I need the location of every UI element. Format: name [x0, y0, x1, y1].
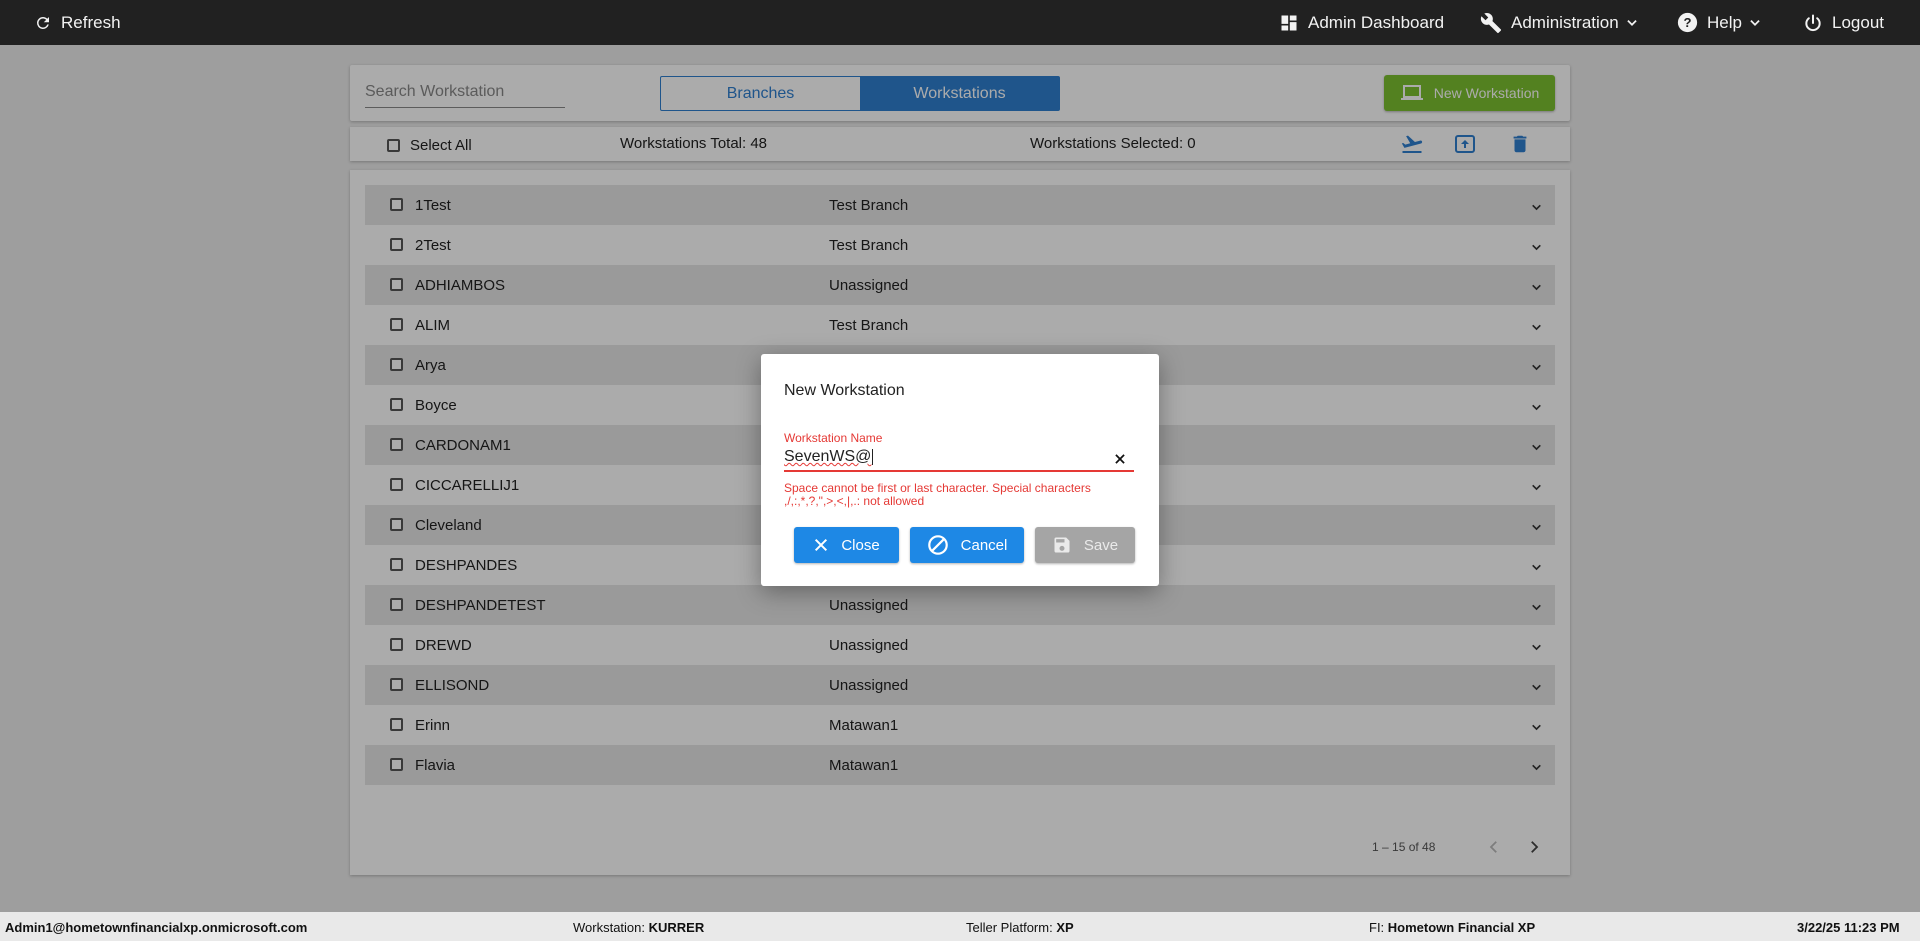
administration-menu[interactable]: Administration [1480, 0, 1639, 45]
chevron-down-icon [1750, 19, 1760, 26]
svg-text:?: ? [1683, 15, 1691, 30]
close-label: Close [841, 536, 880, 554]
power-icon [1805, 14, 1821, 31]
logout-button[interactable]: Logout [1803, 0, 1884, 45]
top-bar: Refresh Admin Dashboard Administration ?… [0, 0, 1920, 45]
wrench-icon [1480, 12, 1502, 33]
close-icon [815, 538, 828, 552]
dashboard-icon [1281, 15, 1297, 30]
new-workstation-dialog: New Workstation Workstation Name SevenWS… [761, 354, 1159, 586]
logout-label: Logout [1832, 12, 1884, 32]
admin-dashboard-label: Admin Dashboard [1308, 12, 1445, 32]
help-icon: ? [1677, 12, 1698, 33]
block-icon [927, 535, 948, 555]
refresh-button[interactable]: Refresh [34, 0, 121, 45]
chevron-down-icon [1627, 19, 1637, 26]
save-label: Save [1083, 536, 1119, 554]
save-icon [1054, 537, 1070, 553]
workstation-name-value: SevenWS@ [784, 448, 872, 465]
close-button[interactable]: Close [794, 527, 899, 563]
admin-dashboard-link[interactable]: Admin Dashboard [1279, 0, 1444, 45]
clear-icon[interactable] [1113, 452, 1127, 466]
validation-error: Space cannot be first or last character.… [784, 481, 1091, 508]
help-menu[interactable]: ? Help [1677, 0, 1762, 45]
refresh-label: Refresh [61, 12, 121, 32]
status-fi: FI: Hometown Financial XP [1369, 920, 1536, 935]
workstation-name-label: Workstation Name [784, 431, 883, 445]
workstation-name-input[interactable]: SevenWS@ [784, 448, 1134, 472]
help-label: Help [1707, 12, 1742, 32]
refresh-icon [36, 16, 49, 29]
status-platform: Teller Platform: XP [966, 920, 1074, 935]
administration-label: Administration [1511, 12, 1619, 32]
cancel-button[interactable]: Cancel [910, 527, 1024, 563]
status-user: Admin1@hometownfinancialxp.onmicrosoft.c… [5, 920, 308, 935]
dialog-title: New Workstation [784, 382, 905, 399]
cancel-label: Cancel [960, 536, 1008, 554]
status-datetime: 3/22/25 11:23 PM [1797, 920, 1900, 935]
save-button[interactable]: Save [1035, 527, 1135, 563]
text-caret [872, 448, 874, 465]
status-workstation: Workstation: KURRER [573, 920, 705, 935]
status-bar: Admin1@hometownfinancialxp.onmicrosoft.c… [0, 912, 1920, 941]
